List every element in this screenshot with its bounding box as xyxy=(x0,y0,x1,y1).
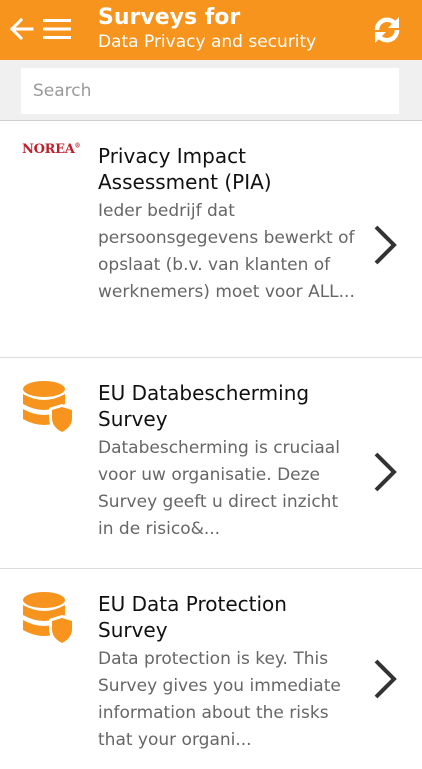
app-bar: Surveys for Data Privacy and security xyxy=(0,0,422,60)
chevron-right-icon[interactable] xyxy=(370,657,400,701)
survey-title: Privacy Impact Assessment (PIA) xyxy=(98,144,272,194)
survey-item-eu-data-protection[interactable]: EU Data Protection Survey Data protectio… xyxy=(0,569,422,769)
database-shield-icon xyxy=(23,592,75,646)
survey-description: Data protection is key. This Survey give… xyxy=(98,649,341,750)
survey-item-text: Privacy Impact Assessment (PIA) Ieder be… xyxy=(98,143,356,306)
norea-logo: NOREA® xyxy=(22,142,81,157)
hamburger-menu-icon[interactable] xyxy=(42,16,72,42)
refresh-icon[interactable] xyxy=(370,13,404,47)
survey-item-text: EU Databescherming Survey Databeschermin… xyxy=(98,380,356,543)
survey-item-pia[interactable]: NOREA® Privacy Impact Assessment (PIA) I… xyxy=(0,121,422,358)
survey-description: Databescherming is cruciaal voor uw orga… xyxy=(98,438,340,539)
database-shield-icon xyxy=(23,381,75,435)
page-title: Surveys for xyxy=(98,5,241,30)
page-subtitle: Data Privacy and security xyxy=(98,32,317,52)
chevron-right-icon[interactable] xyxy=(370,450,400,494)
survey-title: EU Data Protection Survey xyxy=(98,592,287,642)
survey-item-eu-databescherming[interactable]: EU Databescherming Survey Databeschermin… xyxy=(0,358,422,569)
survey-item-text: EU Data Protection Survey Data protectio… xyxy=(98,591,356,754)
search-input[interactable] xyxy=(21,68,399,114)
survey-title: EU Databescherming Survey xyxy=(98,381,310,431)
survey-list: NOREA® Privacy Impact Assessment (PIA) I… xyxy=(0,121,422,769)
back-arrow-icon[interactable] xyxy=(8,16,34,42)
header-titles: Surveys for Data Privacy and security xyxy=(98,4,350,53)
chevron-right-icon[interactable] xyxy=(370,223,400,267)
search-bar xyxy=(0,60,422,121)
survey-description: Ieder bedrijf dat persoonsgegevens bewer… xyxy=(98,201,355,302)
